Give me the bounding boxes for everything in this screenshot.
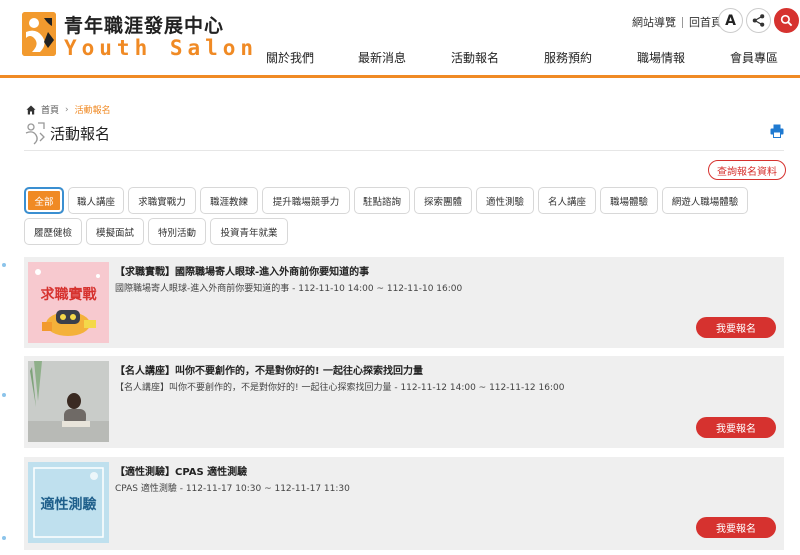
event-title[interactable]: 【名人講座】叫你不要創作的，不是對你好的! 一起往心探索找回力量: [115, 362, 423, 377]
filter-tag-14[interactable]: 投資青年就業: [210, 218, 288, 245]
event-image[interactable]: 求職實戰: [28, 262, 109, 343]
side-indicator: [2, 536, 6, 540]
filter-tag-11[interactable]: 履歷健檢: [24, 218, 82, 245]
event-card[interactable]: 【名人講座】叫你不要創作的，不是對你好的! 一起往心探索找回力量 【名人講座】叫…: [24, 356, 784, 448]
event-image-caption: 求職實戰: [40, 287, 97, 303]
event-description: CPAS 適性測驗 - 112-11-17 10:30 ~ 112-11-17 …: [115, 484, 350, 494]
event-card[interactable]: 適性測驗 【適性測驗】CPAS 適性測驗 CPAS 適性測驗 - 112-11-…: [24, 457, 784, 550]
event-card[interactable]: 求職實戰 【求職實戰】國際職場寄人眼球-進入外商前你要知道的事 國際職場寄人眼球…: [24, 257, 784, 348]
page-title-row: 活動報名: [24, 120, 110, 146]
event-image[interactable]: [28, 361, 109, 442]
filter-tag-3[interactable]: 職涯教練: [200, 187, 258, 214]
site-header: 青年職涯發展中心 Youth Salon 網站導覽 回首頁 A 關於我們 最新消…: [0, 0, 800, 78]
filter-tag-6[interactable]: 探索團體: [414, 187, 472, 214]
side-indicator: [2, 263, 6, 267]
search-icon: [780, 14, 793, 27]
event-description: 國際職場寄人眼球-進入外商前你要知道的事 - 112-11-10 14:00 ~…: [115, 284, 463, 294]
top-links: 網站導覽 回首頁: [632, 14, 722, 30]
breadcrumb-separator: ›: [65, 104, 69, 115]
share-button[interactable]: [746, 8, 771, 33]
event-title[interactable]: 【適性測驗】CPAS 適性測驗: [115, 463, 247, 478]
signup-button[interactable]: 我要報名: [696, 517, 776, 538]
nav-item-about[interactable]: 關於我們: [266, 49, 314, 66]
home-link[interactable]: 回首頁: [689, 14, 722, 30]
brand-name-cn: 青年職涯發展中心: [64, 15, 225, 37]
filter-tag-9[interactable]: 職場體驗: [600, 187, 658, 214]
breadcrumb-current[interactable]: 活動報名: [75, 103, 111, 116]
search-button[interactable]: [774, 8, 799, 33]
query-registration-button[interactable]: 查詢報名資料: [708, 160, 786, 180]
nav-item-member[interactable]: 會員專區: [730, 49, 778, 66]
home-icon: [26, 105, 36, 114]
nav-item-news[interactable]: 最新消息: [358, 49, 406, 66]
filter-tag-7[interactable]: 適性測驗: [476, 187, 534, 214]
filter-tag-2[interactable]: 求職實戰力: [128, 187, 196, 214]
title-logo-icon: [25, 122, 45, 145]
side-indicator: [2, 393, 6, 397]
filter-tag-13[interactable]: 特別活動: [148, 218, 206, 245]
font-size-button[interactable]: A: [718, 8, 743, 33]
filter-tag-4[interactable]: 提升職場競爭力: [262, 187, 350, 214]
title-divider: [24, 150, 784, 151]
event-description: 【名人講座】叫你不要創作的，不是對你好的! 一起往心探索找回力量 - 112-1…: [115, 383, 565, 393]
share-icon: [752, 14, 765, 27]
font-size-label: A: [725, 12, 736, 29]
event-image-caption: 適性測驗: [40, 497, 97, 513]
breadcrumb-home[interactable]: 首頁: [41, 103, 59, 116]
signup-button[interactable]: 我要報名: [696, 317, 776, 338]
filter-tag-all[interactable]: 全部: [24, 187, 64, 214]
breadcrumb: 首頁 › 活動報名: [26, 103, 111, 116]
filter-tag-5[interactable]: 駐點諮詢: [354, 187, 410, 214]
signup-button[interactable]: 我要報名: [696, 417, 776, 438]
nav-item-booking[interactable]: 服務預約: [544, 49, 592, 66]
filter-tag-1[interactable]: 職人講座: [68, 187, 124, 214]
filter-tag-8[interactable]: 名人講座: [538, 187, 596, 214]
nav-item-career-info[interactable]: 職場情報: [637, 49, 685, 66]
filter-tag-10[interactable]: 網遊人職場體驗: [662, 187, 748, 214]
sitemap-link[interactable]: 網站導覽: [632, 14, 676, 30]
link-divider: [682, 16, 683, 28]
main-nav: 關於我們 最新消息 活動報名 服務預約 職場情報 會員專區: [0, 49, 800, 69]
page-title: 活動報名: [50, 124, 111, 143]
event-image-photo: [28, 361, 109, 442]
event-title[interactable]: 【求職實戰】國際職場寄人眼球-進入外商前你要知道的事: [115, 263, 369, 278]
event-image[interactable]: 適性測驗: [28, 462, 109, 543]
print-icon[interactable]: [770, 124, 784, 138]
filter-tag-12[interactable]: 模擬面試: [86, 218, 144, 245]
nav-item-events[interactable]: 活動報名: [451, 49, 499, 66]
